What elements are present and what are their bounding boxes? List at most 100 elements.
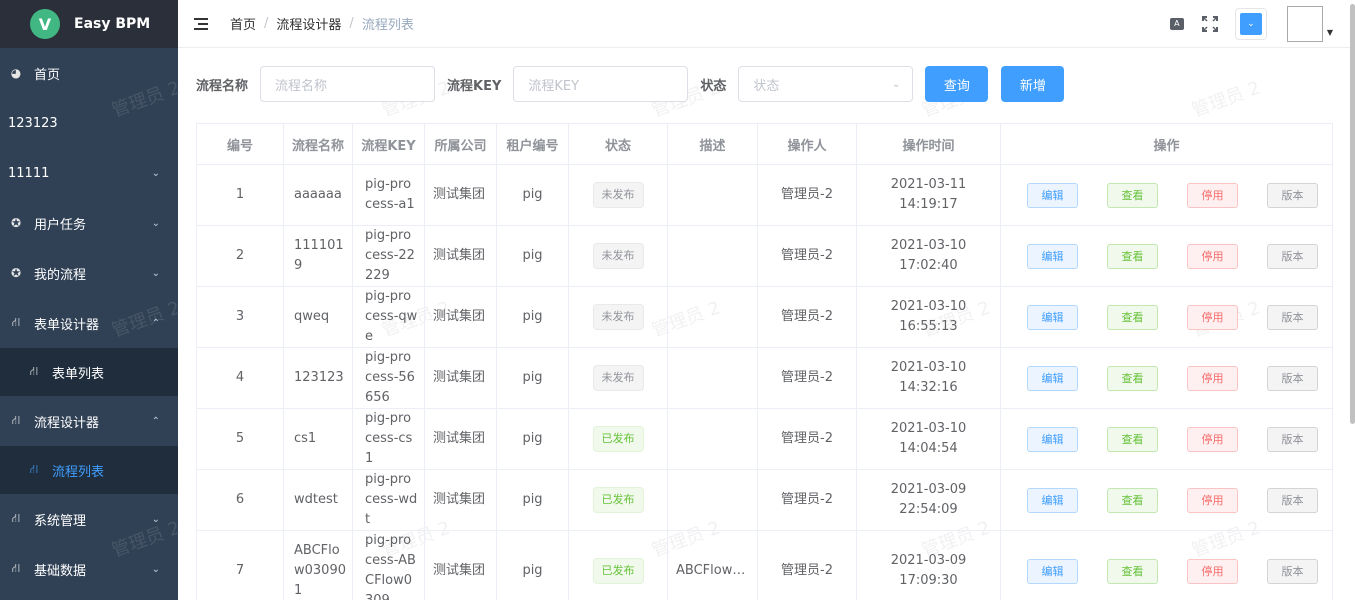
edit-button[interactable]: 编辑: [1027, 243, 1078, 269]
edit-button[interactable]: 编辑: [1027, 426, 1078, 452]
size-select-icon[interactable]: A: [1169, 16, 1185, 32]
chevron-down-icon: ⌄: [892, 78, 901, 90]
column-header: 描述: [667, 123, 758, 165]
company-cell: 测试集团: [424, 286, 497, 348]
edit-button[interactable]: 编辑: [1027, 558, 1078, 584]
disable-button[interactable]: 停用: [1187, 426, 1238, 452]
version-button[interactable]: 版本: [1267, 365, 1318, 391]
hamburger-icon[interactable]: [194, 17, 210, 31]
dashboard-icon: ◕: [10, 66, 22, 80]
watermark: 管理员 2: [1189, 77, 1264, 122]
sidebar-item-1[interactable]: 123123: [0, 98, 178, 148]
sidebar-item-7[interactable]: ⛙ 流程设计器 ⌃: [0, 396, 178, 446]
actions-cell: 编辑 查看 停用 版本: [1000, 408, 1333, 470]
sidebar-item-5[interactable]: ⛙ 表单设计器 ⌃: [0, 298, 178, 348]
edit-button[interactable]: 编辑: [1027, 487, 1078, 513]
scrollbar[interactable]: [1350, 4, 1355, 424]
chevron-down-icon: ⌄: [1239, 13, 1262, 35]
status-select[interactable]: 状态 ⌄: [738, 66, 914, 102]
sidebar-item-10[interactable]: ⛙ 基础数据 ⌄: [0, 544, 178, 594]
table-row: 3 qweq pig-process-qwe 测试集团 pig 未发布 管理员-2 2021-…: [196, 286, 1333, 348]
status-cell: 未发布: [568, 164, 668, 226]
sidebar-item-8[interactable]: ⛙ 流程列表: [0, 446, 178, 494]
sidebar-item-0[interactable]: ◕ 首页: [0, 48, 178, 98]
no-cell: 1: [196, 164, 284, 226]
disable-button[interactable]: 停用: [1187, 365, 1238, 391]
name-cell: aaaaaa: [283, 164, 353, 226]
version-button[interactable]: 版本: [1267, 243, 1318, 269]
version-button[interactable]: 版本: [1267, 426, 1318, 452]
name-cell: cs1: [283, 408, 353, 470]
sitemap-icon: ⛙: [11, 561, 21, 575]
view-button[interactable]: 查看: [1107, 365, 1158, 391]
tenant-cell: pig: [496, 286, 569, 348]
avatar[interactable]: [1286, 6, 1323, 42]
sidebar-item-2[interactable]: 11111 ⌄: [0, 148, 178, 198]
no-cell: 5: [196, 408, 284, 470]
time-cell: 2021-03-10 16:55:13: [856, 286, 1001, 348]
tenant-cell: pig: [496, 225, 569, 287]
time-cell: 2021-03-09 17:09:30: [856, 530, 1001, 600]
operator-cell: 管理员-2: [757, 408, 857, 470]
column-header: 租户编号: [496, 123, 569, 165]
disable-button[interactable]: 停用: [1187, 304, 1238, 330]
sidebar-item-label: 表单列表: [52, 366, 105, 382]
time-cell: 2021-03-11 14:19:17: [856, 164, 1001, 226]
logo[interactable]: V Easy BPM: [0, 0, 178, 48]
view-button[interactable]: 查看: [1107, 558, 1158, 584]
gear-icon: ✪: [10, 216, 22, 230]
status-badge: 已发布: [592, 426, 644, 452]
version-button[interactable]: 版本: [1267, 558, 1318, 584]
sidebar-item-3[interactable]: ✪ 用户任务 ⌄: [0, 198, 178, 248]
desc-cell: [667, 408, 758, 470]
status-badge: 未发布: [592, 182, 644, 208]
view-button[interactable]: 查看: [1107, 487, 1158, 513]
sidebar-menu: ◕ 首页 123123 11111 ⌄ ✪ 用户任务 ⌄ ✪ 我的流程 ⌄ ⛙ 表单设计器 ⌃ ⛙ 表单列表 ⛙…: [0, 48, 178, 594]
disable-button[interactable]: 停用: [1187, 558, 1238, 584]
company-cell: 测试集团: [424, 225, 497, 287]
time-cell: 2021-03-10 17:02:40: [856, 225, 1001, 287]
sidebar-item-6[interactable]: ⛙ 表单列表: [0, 348, 178, 396]
disable-button[interactable]: 停用: [1187, 182, 1238, 208]
column-header: 流程名称: [283, 123, 353, 165]
sidebar-item-9[interactable]: ⛙ 系统管理 ⌄: [0, 494, 178, 544]
add-button[interactable]: 新增: [1001, 66, 1065, 102]
operator-cell: 管理员-2: [757, 469, 857, 531]
table-row: 5 cs1 pig-process-cs1 测试集团 pig 已发布 管理员-2 2021-0…: [196, 408, 1333, 470]
name-cell: 1111019: [283, 225, 353, 287]
desc-cell: [667, 286, 758, 348]
no-cell: 4: [196, 347, 284, 409]
view-button[interactable]: 查看: [1107, 182, 1158, 208]
disable-button[interactable]: 停用: [1187, 243, 1238, 269]
version-button[interactable]: 版本: [1267, 182, 1318, 208]
sidebar-item-4[interactable]: ✪ 我的流程 ⌄: [0, 248, 178, 298]
view-button[interactable]: 查看: [1107, 243, 1158, 269]
time-cell: 2021-03-10 14:32:16: [856, 347, 1001, 409]
edit-button[interactable]: 编辑: [1027, 365, 1078, 391]
process-key-input[interactable]: 流程KEY: [513, 66, 689, 102]
name-cell: wdtest: [283, 469, 353, 531]
view-button[interactable]: 查看: [1107, 304, 1158, 330]
actions-cell: 编辑 查看 停用 版本: [1000, 469, 1333, 531]
sidebar-item-label: 用户任务: [34, 217, 87, 233]
caret-down-icon[interactable]: ▼: [1327, 28, 1333, 37]
version-button[interactable]: 版本: [1267, 304, 1318, 330]
sitemap-icon: ⛙: [29, 364, 39, 378]
query-button[interactable]: 查询: [925, 66, 989, 102]
disable-button[interactable]: 停用: [1187, 487, 1238, 513]
version-button[interactable]: 版本: [1267, 487, 1318, 513]
fullscreen-icon[interactable]: [1201, 16, 1218, 32]
process-name-input[interactable]: 流程名称: [260, 66, 436, 102]
name-cell: qweq: [283, 286, 353, 348]
desc-cell: ABCFlow030901: [667, 530, 758, 600]
edit-button[interactable]: 编辑: [1027, 182, 1078, 208]
sidebar-item-label: 流程设计器: [34, 415, 100, 431]
view-button[interactable]: 查看: [1107, 426, 1158, 452]
breadcrumb-home[interactable]: 首页: [230, 14, 256, 33]
theme-color-picker[interactable]: ⌄: [1234, 8, 1267, 40]
company-cell: 测试集团: [424, 469, 497, 531]
edit-button[interactable]: 编辑: [1027, 304, 1078, 330]
breadcrumb-process-designer[interactable]: 流程设计器: [276, 14, 341, 33]
gear-icon: ✪: [10, 266, 22, 280]
chevron-up-icon: ⌃: [151, 415, 160, 427]
